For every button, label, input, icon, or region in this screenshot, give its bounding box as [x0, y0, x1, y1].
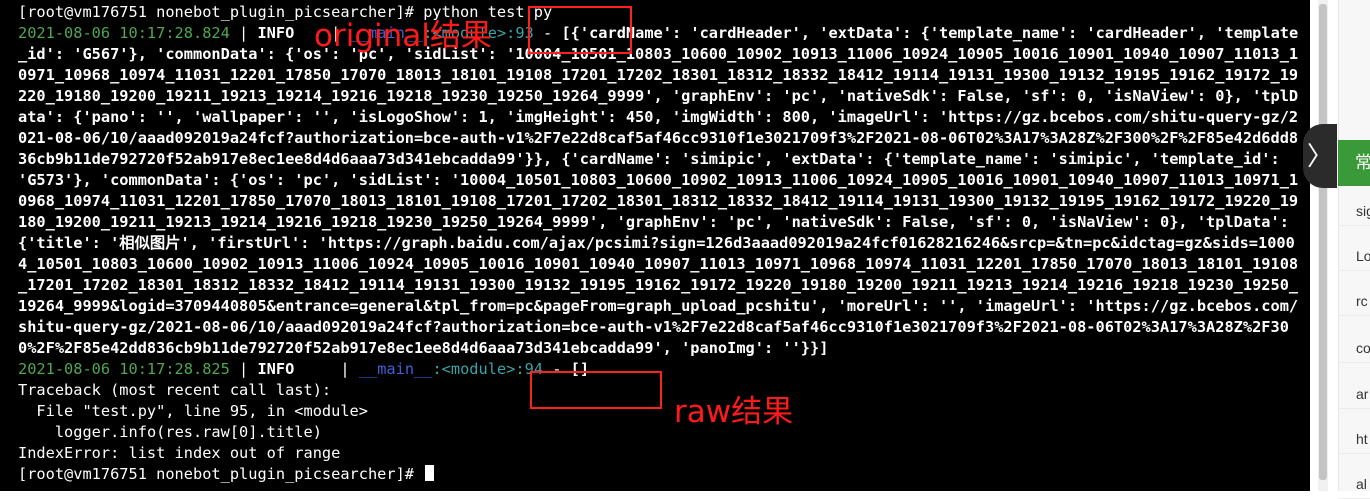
sidebar-item[interactable]: al	[1338, 469, 1370, 499]
sidebar-header[interactable]: 常	[1338, 140, 1370, 186]
log-message: [{'cardName': 'cardHeader', 'extData': {…	[18, 24, 1299, 357]
chevron-right-icon: 〉	[1306, 141, 1333, 171]
sidebar-item[interactable]: co	[1338, 333, 1370, 363]
annotation-box-line-94	[530, 371, 662, 409]
log-level: INFO	[257, 24, 295, 42]
log-line-93: 2021-08-06 10:17:28.824 | INFO | __main_…	[18, 24, 1299, 357]
error-line: IndexError: list index out of range	[18, 444, 341, 462]
sidebar-item[interactable]: ar	[1338, 379, 1370, 409]
sidebar-item[interactable]: sig	[1338, 196, 1370, 226]
sidebar-item[interactable]: Lo	[1338, 241, 1370, 271]
sidebar-item[interactable]: ht	[1338, 424, 1370, 454]
terminal-window[interactable]: [root@vm176751 nonebot_plugin_picsearche…	[0, 0, 1310, 491]
terminal-output: [root@vm176751 nonebot_plugin_picsearche…	[18, 2, 1302, 485]
sidebar-expand-button[interactable]: 〉	[1303, 124, 1337, 188]
log-level: INFO	[257, 360, 295, 378]
traceback-line: File "test.py", line 95, in <module>	[18, 402, 368, 420]
log-function: :<module>	[432, 360, 516, 378]
log-timestamp: 2021-08-06 10:17:28.825	[18, 360, 230, 378]
terminal-cursor	[425, 465, 435, 481]
log-module: __main__	[358, 360, 433, 378]
traceback-line: logger.info(res.raw[0].title)	[18, 423, 322, 441]
annotation-raw-label: raw结果	[674, 394, 794, 430]
sidebar-item[interactable]: rc	[1338, 286, 1370, 316]
annotation-original-label: original结果	[314, 18, 492, 54]
log-timestamp: 2021-08-06 10:17:28.824	[18, 24, 230, 42]
last-prompt: [root@vm176751 nonebot_plugin_picsearche…	[18, 465, 424, 483]
scrollbar-thumb[interactable]	[1319, 4, 1327, 480]
traceback-line: Traceback (most recent call last):	[18, 381, 332, 399]
annotation-box-line-93	[528, 6, 632, 54]
log-line-94: 2021-08-06 10:17:28.825 | INFO | __main_…	[18, 360, 590, 378]
